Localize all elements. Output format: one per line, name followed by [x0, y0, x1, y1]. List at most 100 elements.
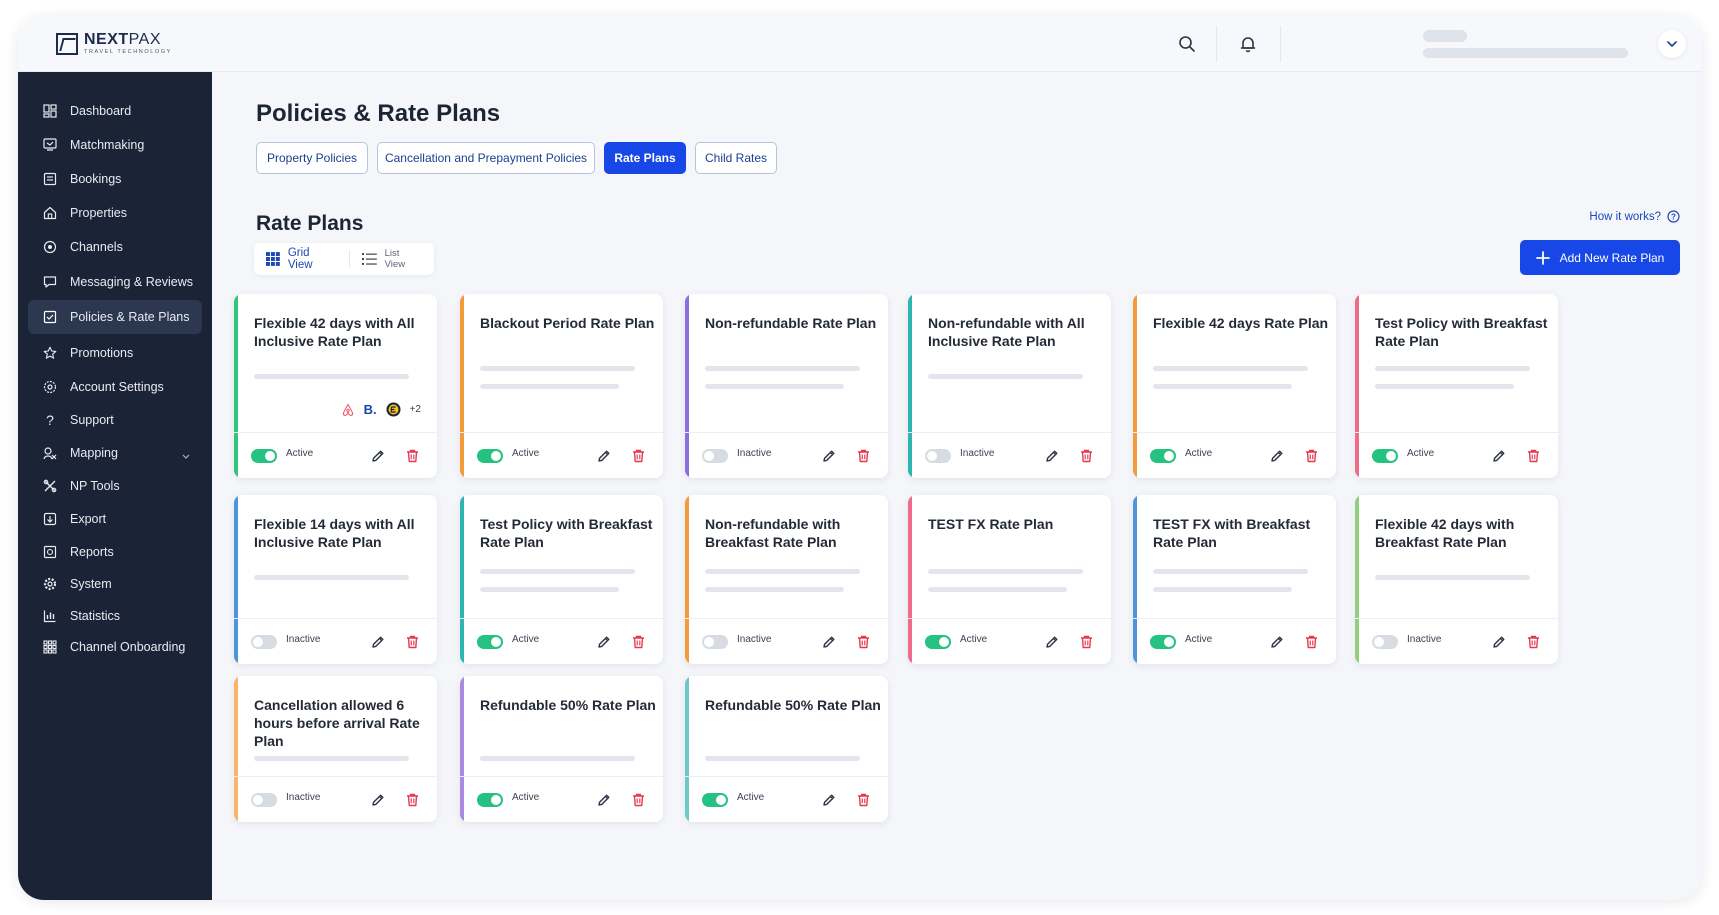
- trash-icon: [857, 449, 869, 463]
- status-toggle[interactable]: [477, 449, 503, 463]
- sidebar-item-account-settings[interactable]: Account Settings: [28, 370, 202, 404]
- pencil-icon: [372, 636, 384, 648]
- delete-button[interactable]: [854, 447, 872, 465]
- trash-icon: [1527, 635, 1539, 649]
- rate-plan-card[interactable]: Refundable 50% Rate Plan Active: [460, 676, 663, 822]
- edit-button[interactable]: [1490, 447, 1508, 465]
- tab-child-rates[interactable]: Child Rates: [695, 142, 777, 174]
- rate-plan-card[interactable]: TEST FX Rate Plan Active: [908, 495, 1111, 664]
- status-toggle[interactable]: [1372, 449, 1398, 463]
- sidebar-item-reports[interactable]: Reports: [28, 535, 202, 569]
- delete-button[interactable]: [854, 633, 872, 651]
- description-placeholder: [480, 366, 635, 371]
- rate-plan-card[interactable]: TEST FX with Breakfast Rate Plan Active: [1133, 495, 1336, 664]
- sidebar-item-export[interactable]: Export: [28, 502, 202, 536]
- tab-cancellation-prepayment-policies[interactable]: Cancellation and Prepayment Policies: [377, 142, 595, 174]
- sidebar-item-promotions[interactable]: Promotions: [28, 336, 202, 370]
- rate-plan-card[interactable]: Blackout Period Rate Plan Active: [460, 294, 663, 478]
- tab-property-policies[interactable]: Property Policies: [256, 142, 368, 174]
- rate-plan-card[interactable]: Test Policy with Breakfast Rate Plan Acti…: [460, 495, 663, 664]
- rate-plan-card[interactable]: Flexible 42 days with Breakfast Rate Pla…: [1355, 495, 1558, 664]
- chevron-down-icon[interactable]: [182, 448, 190, 462]
- edit-button[interactable]: [595, 633, 613, 651]
- status-toggle[interactable]: [925, 635, 951, 649]
- sidebar-item-properties[interactable]: Properties: [28, 196, 202, 230]
- rate-plan-card[interactable]: Cancellation allowed 6 hours before arri…: [234, 676, 437, 822]
- edit-button[interactable]: [820, 633, 838, 651]
- description-placeholder: [480, 569, 635, 574]
- status-toggle[interactable]: [1150, 635, 1176, 649]
- rate-plan-card[interactable]: Flexible 42 days Rate Plan Active: [1133, 294, 1336, 478]
- rate-plan-title: TEST FX with Breakfast Rate Plan: [1153, 516, 1311, 550]
- delete-button[interactable]: [629, 633, 647, 651]
- delete-button[interactable]: [1077, 447, 1095, 465]
- sidebar-item-system[interactable]: System: [28, 567, 202, 601]
- status-toggle[interactable]: [251, 635, 277, 649]
- status-toggle[interactable]: [1372, 635, 1398, 649]
- card-footer: Inactive: [908, 432, 1111, 478]
- rate-plan-card[interactable]: Flexible 14 days with All Inclusive Rate…: [234, 495, 437, 664]
- edit-button[interactable]: [1043, 447, 1061, 465]
- edit-button[interactable]: [369, 447, 387, 465]
- edit-button[interactable]: [820, 791, 838, 809]
- edit-button[interactable]: [820, 447, 838, 465]
- bell-icon[interactable]: [1234, 30, 1262, 58]
- sidebar-item-dashboard[interactable]: Dashboard: [28, 94, 202, 128]
- delete-button[interactable]: [629, 791, 647, 809]
- how-it-works-link[interactable]: How it works? ?: [1589, 210, 1680, 223]
- sidebar-item-channels[interactable]: Channels: [28, 230, 202, 264]
- search-icon[interactable]: [1173, 30, 1201, 58]
- edit-button[interactable]: [1268, 447, 1286, 465]
- delete-button[interactable]: [1524, 633, 1542, 651]
- status-toggle[interactable]: [251, 793, 277, 807]
- sidebar-item-bookings[interactable]: Bookings: [28, 162, 202, 196]
- status-toggle[interactable]: [925, 449, 951, 463]
- rate-plan-card[interactable]: Test Policy with Breakfast Rate Plan Acti…: [1355, 294, 1558, 478]
- sidebar-item-matchmaking[interactable]: Matchmaking: [28, 128, 202, 162]
- rate-plan-card[interactable]: Non-refundable with All Inclusive Rate P…: [908, 294, 1111, 478]
- delete-button[interactable]: [1302, 447, 1320, 465]
- sidebar-item-np-tools[interactable]: NP Tools: [28, 469, 202, 503]
- add-new-rate-plan-button[interactable]: Add New Rate Plan: [1520, 240, 1680, 275]
- delete-button[interactable]: [1302, 633, 1320, 651]
- tools-icon: [28, 479, 60, 493]
- delete-button[interactable]: [629, 447, 647, 465]
- description-placeholder: [1153, 366, 1308, 371]
- status-toggle[interactable]: [477, 635, 503, 649]
- nextpax-logo[interactable]: NEXTPAX TRAVEL TECHNOLOGY: [56, 32, 172, 56]
- status-toggle[interactable]: [702, 635, 728, 649]
- delete-button[interactable]: [1524, 447, 1542, 465]
- sidebar-item-messaging-reviews[interactable]: Messaging & Reviews: [28, 265, 202, 299]
- edit-button[interactable]: [595, 447, 613, 465]
- delete-button[interactable]: [1077, 633, 1095, 651]
- rate-plan-card[interactable]: Non-refundable with Breakfast Rate Plan I…: [685, 495, 888, 664]
- status-toggle[interactable]: [702, 793, 728, 807]
- sidebar-item-support[interactable]: ? Support: [28, 403, 202, 437]
- status-toggle[interactable]: [477, 793, 503, 807]
- delete-button[interactable]: [854, 791, 872, 809]
- delete-button[interactable]: [403, 633, 421, 651]
- edit-button[interactable]: [369, 633, 387, 651]
- delete-button[interactable]: [403, 447, 421, 465]
- edit-button[interactable]: [1268, 633, 1286, 651]
- delete-button[interactable]: [403, 791, 421, 809]
- status-toggle[interactable]: [251, 449, 277, 463]
- status-toggle[interactable]: [1150, 449, 1176, 463]
- list-view-button[interactable]: List View: [350, 243, 434, 275]
- user-menu-button[interactable]: [1658, 30, 1686, 58]
- rate-plan-card[interactable]: Flexible 42 days with All Inclusive Rate…: [234, 294, 437, 478]
- sidebar-item-mapping[interactable]: Mapping: [28, 436, 202, 470]
- grid-view-button[interactable]: Grid View: [254, 243, 349, 275]
- sidebar-item-policies-rate-plans[interactable]: Policies & Rate Plans: [28, 300, 202, 334]
- status-toggle[interactable]: [702, 449, 728, 463]
- edit-button[interactable]: [1043, 633, 1061, 651]
- grid-icon: [28, 640, 60, 654]
- edit-button[interactable]: [1490, 633, 1508, 651]
- edit-button[interactable]: [369, 791, 387, 809]
- sidebar-item-channel-onboarding[interactable]: Channel Onboarding: [28, 630, 202, 664]
- edit-button[interactable]: [595, 791, 613, 809]
- rate-plan-card[interactable]: Non-refundable Rate Plan Inactive: [685, 294, 888, 478]
- rate-plan-card[interactable]: Refundable 50% Rate Plan Active: [685, 676, 888, 822]
- sidebar-item-statistics[interactable]: Statistics: [28, 599, 202, 633]
- tab-rate-plans[interactable]: Rate Plans: [604, 142, 686, 174]
